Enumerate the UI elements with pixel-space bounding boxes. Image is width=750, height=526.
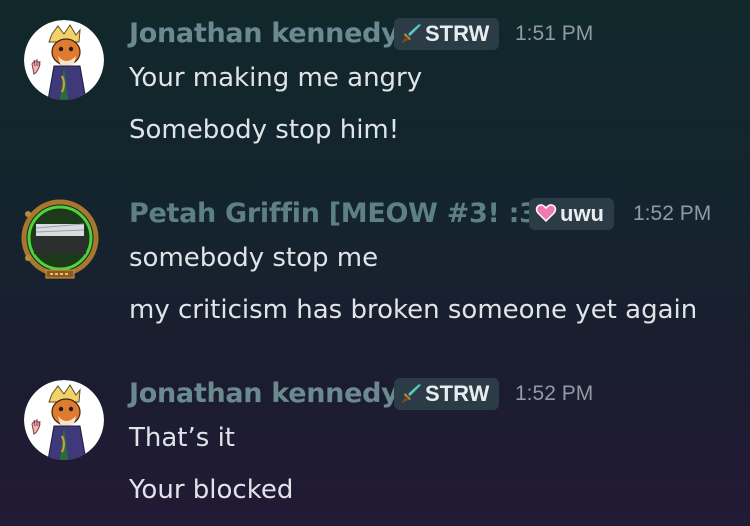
- sword-icon: [402, 23, 422, 44]
- username[interactable]: Jonathan kennedy: [129, 16, 399, 52]
- message-text: Your blocked: [129, 475, 294, 505]
- username[interactable]: Petah Griffin [MEOW #3! :3]: [129, 196, 550, 232]
- message-text: somebody stop me: [129, 243, 379, 273]
- avatar[interactable]: [18, 198, 102, 282]
- guild-tag-label: uwu: [560, 201, 604, 226]
- guild-tag[interactable]: STRW: [394, 378, 500, 410]
- guild-tag[interactable]: uwu: [529, 198, 614, 230]
- guild-tag[interactable]: STRW: [394, 18, 500, 50]
- avatar[interactable]: [24, 20, 104, 100]
- portal-frame-avatar-icon: [21, 199, 99, 279]
- heart-icon: [535, 204, 557, 223]
- guild-tag-label: STRW: [425, 21, 490, 46]
- username[interactable]: Jonathan kennedy: [129, 376, 399, 412]
- message-text: my criticism has broken someone yet agai…: [129, 295, 698, 325]
- timestamp: 1:52 PM: [633, 202, 712, 225]
- avatar[interactable]: [24, 380, 104, 460]
- message-text: Your making me angry: [129, 63, 423, 93]
- message-text: Somebody stop him!: [129, 115, 400, 145]
- sword-icon: [402, 383, 422, 404]
- timestamp: 1:51 PM: [515, 22, 594, 45]
- guild-tag-label: STRW: [425, 381, 490, 406]
- message-text: That’s it: [129, 423, 235, 453]
- cartoon-fox-avatar-icon: [24, 380, 104, 460]
- cartoon-fox-avatar-icon: [24, 20, 104, 100]
- timestamp: 1:52 PM: [515, 382, 594, 405]
